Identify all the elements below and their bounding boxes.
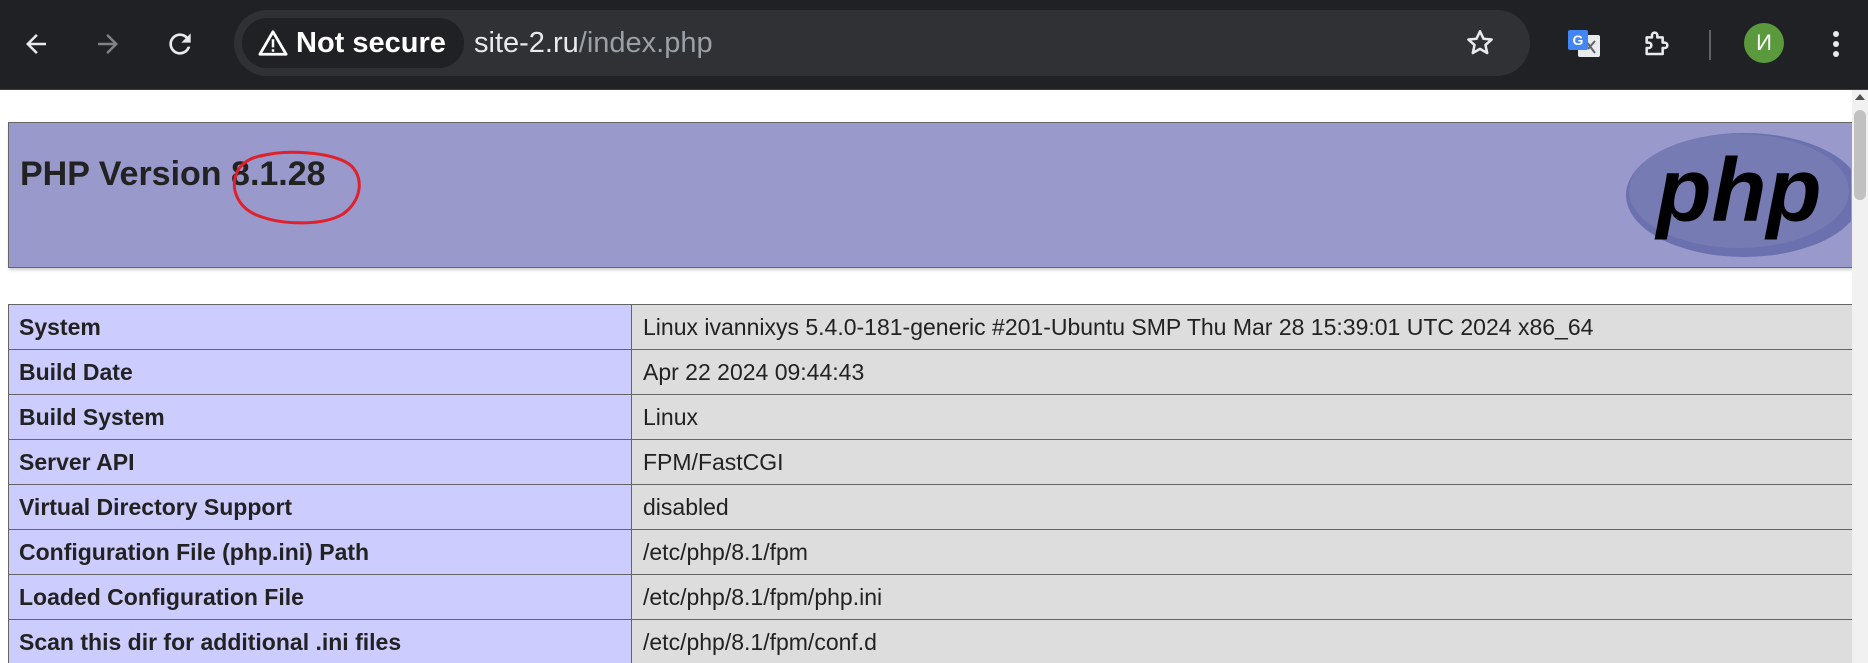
info-value: disabled [631,484,1852,530]
toolbar-divider [1709,30,1711,60]
table-row: Configuration File (php.ini) Path /etc/p… [8,529,1852,575]
reload-button[interactable] [156,20,204,68]
puzzle-icon [1645,31,1669,56]
page-content: PHP Version 8.1.28 php System Linux ivan… [0,90,1852,663]
star-icon [1467,30,1493,55]
info-key: Loaded Configuration File [8,574,632,620]
scroll-up-arrow-icon[interactable] [1855,94,1865,100]
arrow-right-icon [98,34,118,54]
arrow-left-icon [26,34,46,54]
info-value: Linux ivannixys 5.4.0-181-generic #201-U… [631,304,1852,350]
browser-menu-button[interactable] [1812,20,1860,68]
info-value: /etc/php/8.1/fpm/php.ini [631,574,1852,620]
info-key: Configuration File (php.ini) Path [8,529,632,575]
info-value: /etc/php/8.1/fpm [631,529,1852,575]
google-translate-icon: G [1568,30,1600,57]
url-host: site-2.ru [474,26,579,59]
php-version-header: PHP Version 8.1.28 php [8,122,1852,268]
profile-avatar[interactable]: И [1744,23,1784,63]
title-prefix: PHP Version [20,155,232,193]
php-logo: php [1626,133,1851,257]
translate-button[interactable]: G [1560,20,1608,68]
info-key: Server API [8,439,632,485]
table-row: Virtual Directory Support disabled [8,484,1852,530]
info-value: FPM/FastCGI [631,439,1852,485]
url-text[interactable]: site-2.ru/index.php [474,10,713,76]
table-row: Build System Linux [8,394,1852,440]
info-value: Apr 22 2024 09:44:43 [631,349,1852,395]
table-row: Scan this dir for additional .ini files … [8,619,1852,663]
address-bar[interactable]: Not secure site-2.ru/index.php [234,10,1530,76]
scrollbar-thumb[interactable] [1854,110,1866,200]
info-key: Scan this dir for additional .ini files [8,619,632,663]
vertical-scrollbar[interactable] [1852,90,1868,663]
info-key: Virtual Directory Support [8,484,632,530]
security-label: Not secure [296,26,446,59]
profile-initial: И [1756,30,1772,55]
extensions-button[interactable] [1632,20,1680,68]
php-logo-text: php [1655,141,1822,241]
forward-button[interactable] [84,20,132,68]
php-info-table: System Linux ivannixys 5.4.0-181-generic… [8,304,1852,663]
table-row: System Linux ivannixys 5.4.0-181-generic… [8,304,1852,350]
info-key: Build System [8,394,632,440]
warning-triangle-icon [258,30,288,56]
table-row: Build Date Apr 22 2024 09:44:43 [8,349,1852,395]
table-row: Loaded Configuration File /etc/php/8.1/f… [8,574,1852,620]
url-path: /index.php [578,26,713,59]
table-row: Server API FPM/FastCGI [8,439,1852,485]
php-version: 8.1.28 [231,155,326,193]
bookmark-button[interactable] [1456,19,1504,67]
page-title: PHP Version 8.1.28 [20,155,326,194]
reload-icon [169,33,191,55]
info-value: Linux [631,394,1852,440]
back-button[interactable] [12,20,60,68]
info-value: /etc/php/8.1/fpm/conf.d [631,619,1852,663]
info-key: Build Date [8,349,632,395]
kebab-menu-icon [1833,31,1839,57]
info-key: System [8,304,632,350]
svg-text:G: G [1573,32,1584,48]
site-info-chip[interactable]: Not secure [242,18,464,68]
browser-toolbar: Not secure site-2.ru/index.php G И [0,0,1868,90]
